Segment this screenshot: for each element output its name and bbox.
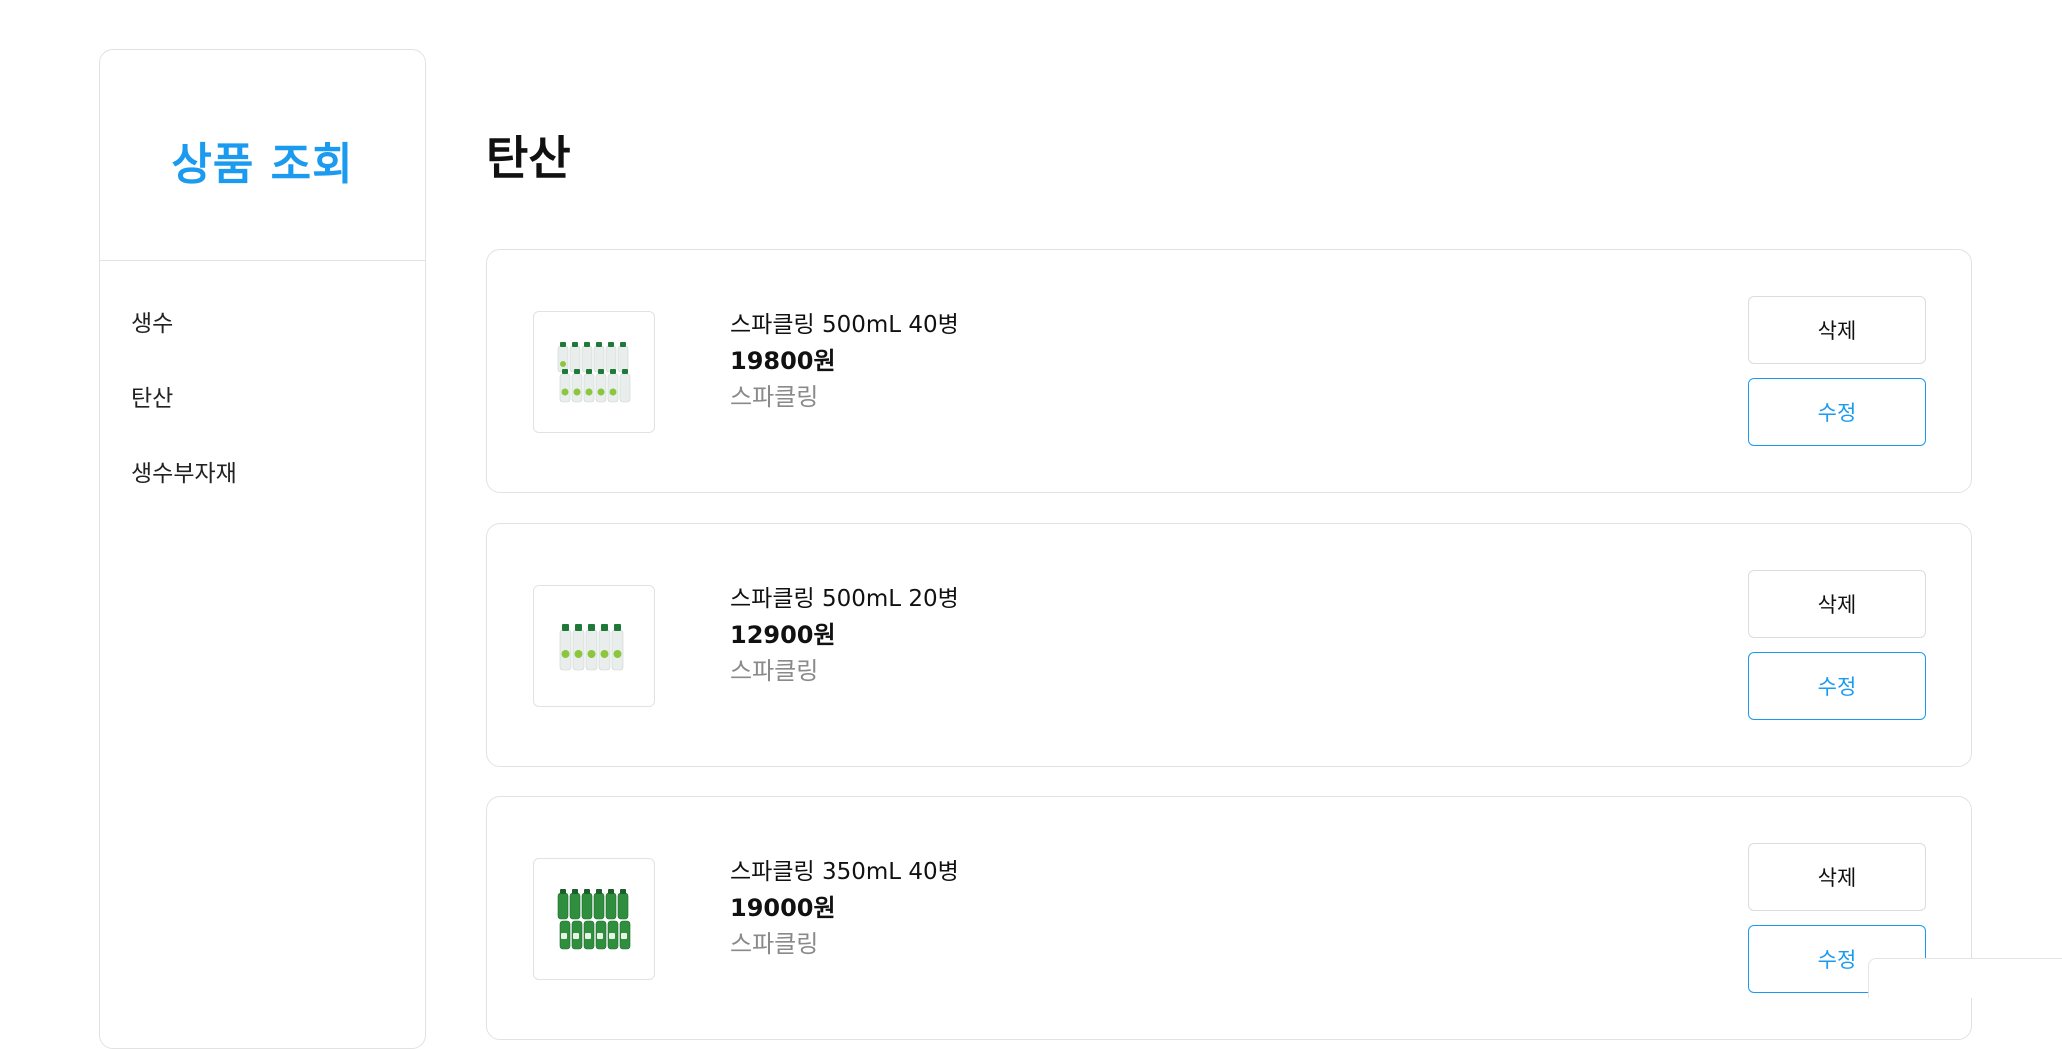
edit-button[interactable]: 수정 [1748, 378, 1926, 446]
bottle-pack-40-icon [557, 342, 631, 403]
sidebar-header: 상품 조회 [100, 50, 425, 261]
product-name: 스파클링 500mL 40병 [730, 312, 959, 338]
delete-button[interactable]: 삭제 [1748, 570, 1926, 638]
sidebar-item-water-supplies[interactable]: 생수부자재 [100, 433, 425, 508]
product-price: 12900원 [730, 621, 836, 649]
product-category: 스파클링 [730, 657, 819, 685]
delete-button[interactable]: 삭제 [1748, 843, 1926, 911]
green-bottle-pack-40-icon [557, 889, 631, 950]
product-image[interactable] [533, 858, 655, 980]
delete-button[interactable]: 삭제 [1748, 296, 1926, 364]
sidebar-item-sparkling[interactable]: 탄산 [100, 358, 425, 433]
product-info: 스파클링 500mL 20병 12900원 스파클링 [730, 581, 959, 689]
product-category: 스파클링 [730, 383, 819, 411]
product-image[interactable] [533, 311, 655, 433]
edit-button[interactable]: 수정 [1748, 652, 1926, 720]
sidebar-menu: 생수 탄산 생수부자재 [100, 261, 425, 508]
product-image[interactable] [533, 585, 655, 707]
product-price: 19800원 [730, 347, 836, 375]
sidebar: 상품 조회 생수 탄산 생수부자재 [99, 49, 426, 1049]
product-card: 스파클링 500mL 40병 19800원 스파클링 삭제 수정 [486, 249, 1972, 493]
bottle-pack-20-icon [559, 624, 624, 671]
product-name: 스파클링 350mL 40병 [730, 859, 959, 885]
sidebar-title: 상품 조회 [171, 139, 354, 190]
product-info: 스파클링 350mL 40병 19000원 스파클링 [730, 854, 959, 962]
floating-panel-edge [1868, 958, 2062, 998]
product-info: 스파클링 500mL 40병 19800원 스파클링 [730, 307, 959, 415]
product-card: 스파클링 350mL 40병 19000원 스파클링 삭제 수정 [486, 796, 1972, 1040]
sidebar-item-water[interactable]: 생수 [100, 283, 425, 358]
product-name: 스파클링 500mL 20병 [730, 586, 959, 612]
product-card: 스파클링 500mL 20병 12900원 스파클링 삭제 수정 [486, 523, 1972, 767]
product-category: 스파클링 [730, 930, 819, 958]
product-price: 19000원 [730, 894, 836, 922]
page-title: 탄산 [486, 131, 571, 185]
